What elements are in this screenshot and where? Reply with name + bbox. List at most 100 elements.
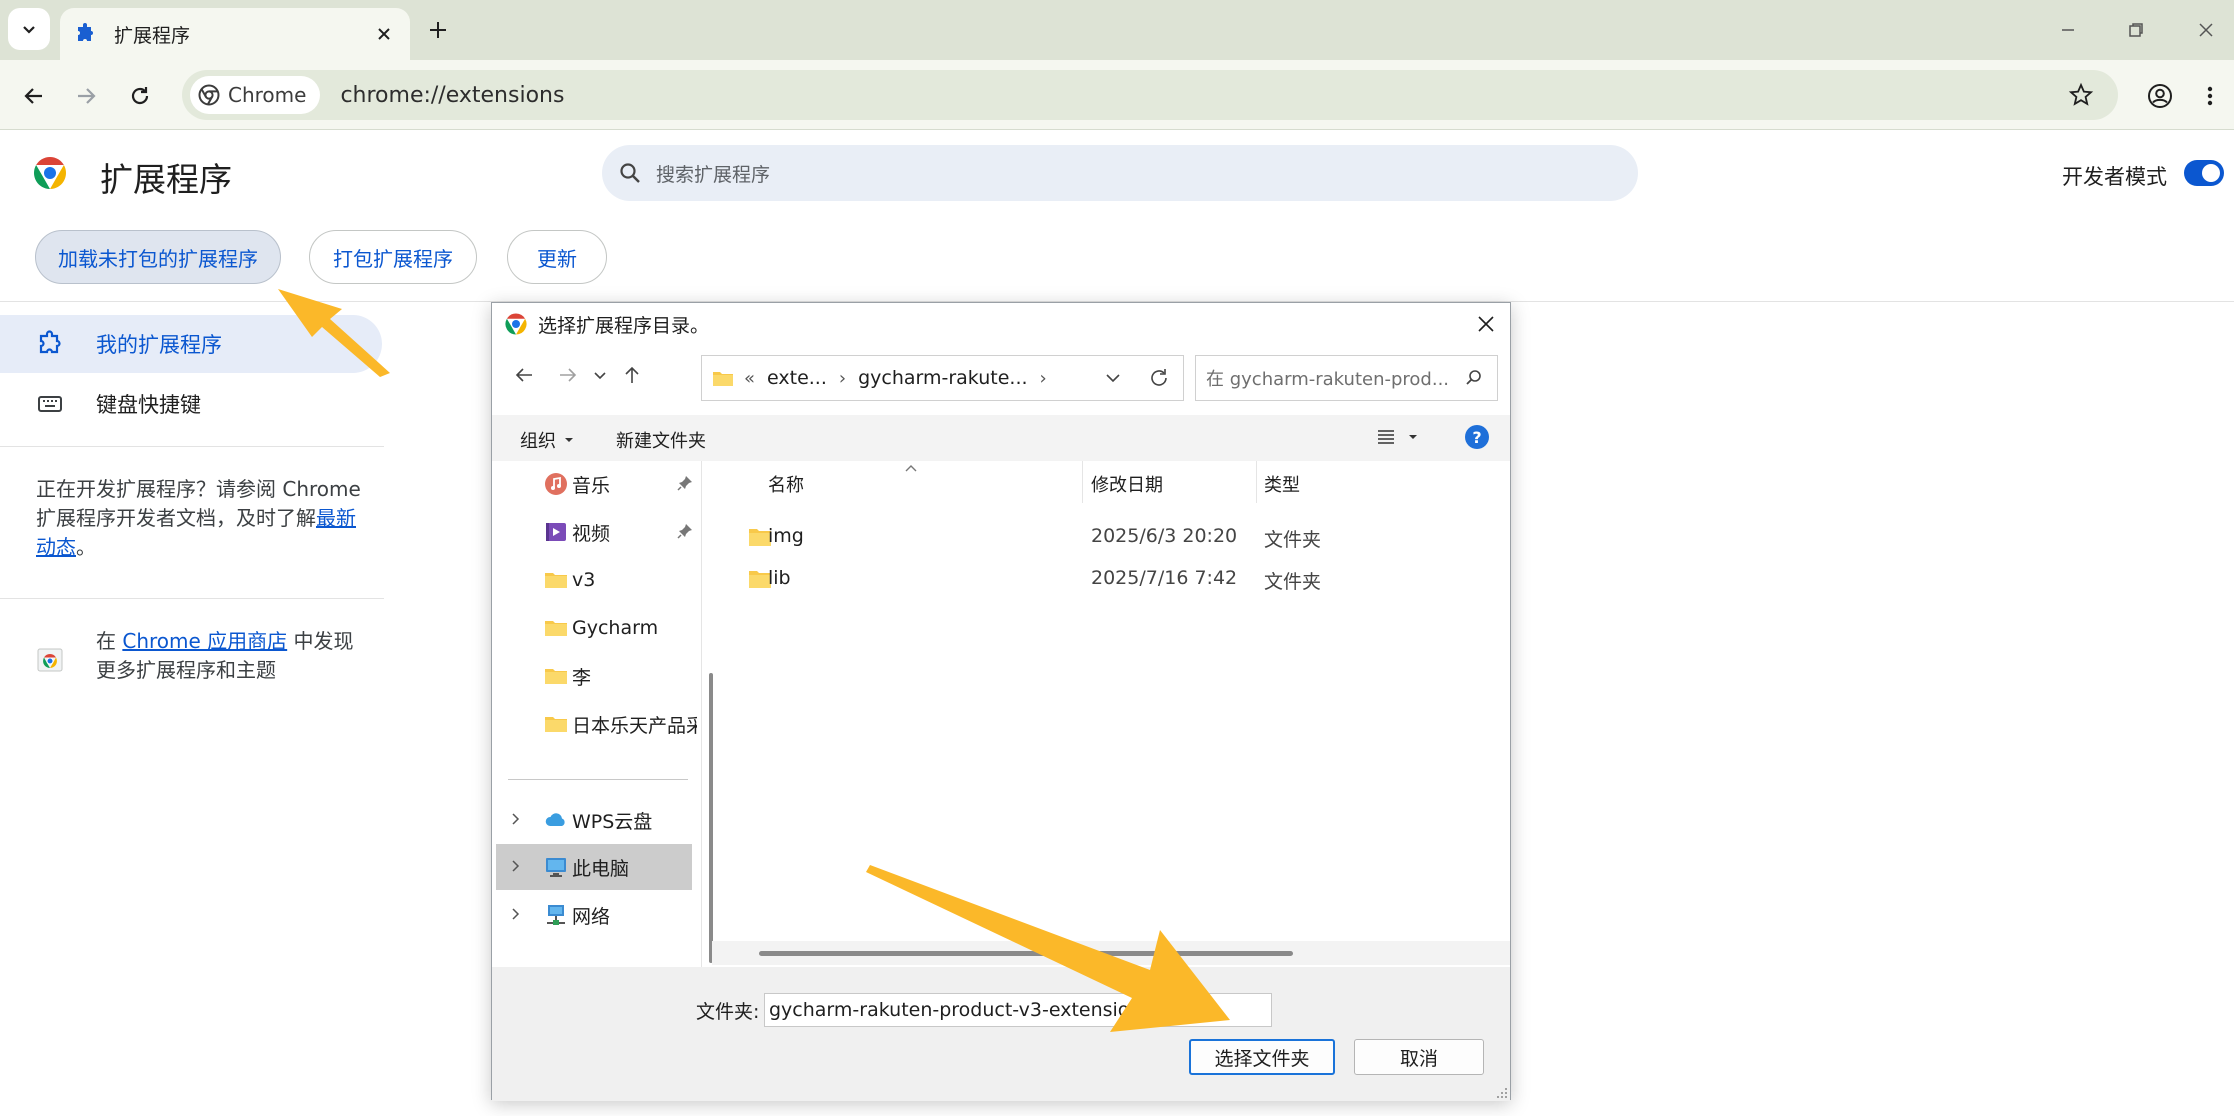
star-icon[interactable] — [2068, 82, 2094, 108]
sidebar-divider — [0, 446, 384, 447]
extensions-search-input[interactable]: 搜索扩展程序 — [602, 145, 1638, 201]
address-bar[interactable]: Chrome chrome://extensions — [182, 70, 2118, 120]
tree-item-v3[interactable]: v3 — [492, 557, 702, 603]
profile-icon — [2148, 84, 2172, 108]
pin-icon — [677, 476, 692, 491]
dialog-search-input[interactable]: 在 gycharm-rakuten-prod... — [1195, 355, 1498, 401]
minimize-button[interactable] — [2048, 14, 2088, 46]
sidebar-item-my-extensions[interactable]: 我的扩展程序 — [0, 315, 382, 373]
refresh-icon[interactable] — [1147, 366, 1171, 390]
menu-button[interactable] — [2190, 76, 2230, 116]
folder-icon — [545, 621, 567, 636]
file-modified: 2025/7/16 7:42 — [1091, 567, 1238, 589]
sidebar-divider — [0, 598, 384, 599]
tree-item-this-pc[interactable]: 此电脑 — [496, 844, 692, 890]
sort-ascending-icon — [905, 465, 917, 472]
dialog-close-button[interactable] — [1472, 310, 1500, 338]
tab-search-button[interactable] — [8, 8, 50, 50]
chevron-right-icon[interactable] — [508, 907, 522, 921]
cancel-button[interactable]: 取消 — [1354, 1039, 1484, 1075]
search-icon — [1466, 370, 1481, 385]
organize-button[interactable]: 组织 — [520, 427, 576, 453]
dev-mode-toggle[interactable] — [2184, 160, 2224, 186]
profile-button[interactable] — [2140, 76, 2180, 116]
chevron-down-icon[interactable] — [1103, 368, 1123, 388]
recent-locations-button[interactable] — [582, 357, 618, 393]
tree-item-wps-cloud[interactable]: WPS云盘 — [492, 797, 702, 843]
chevron-right-icon[interactable] — [508, 859, 522, 873]
back-button[interactable] — [14, 76, 54, 116]
sidebar-item-shortcuts[interactable]: 键盘快捷键 — [0, 375, 382, 433]
chevron-right-icon[interactable] — [508, 812, 522, 826]
dialog-address-bar[interactable]: « exte... › gycharm-rakute... › — [701, 355, 1184, 401]
up-folder-button[interactable] — [614, 357, 650, 393]
tree-item-rakuten[interactable]: 日本乐天产品采 — [492, 701, 702, 747]
tree-item-network[interactable]: 网络 — [492, 892, 702, 938]
folder-name-input[interactable]: gycharm-rakuten-product-v3-extension — [764, 993, 1272, 1027]
breadcrumb-segment[interactable]: gycharm-rakute... — [858, 367, 1027, 389]
file-row[interactable]: lib 2025/7/16 7:42 文件夹 — [724, 559, 1510, 599]
view-options-button[interactable] — [1376, 427, 1420, 447]
close-icon — [378, 28, 390, 40]
new-tab-button[interactable] — [422, 14, 454, 46]
restore-icon — [2129, 23, 2143, 37]
tree-item-label: v3 — [572, 569, 596, 591]
dialog-back-button[interactable] — [506, 357, 542, 393]
breadcrumb-segment[interactable]: exte... — [767, 367, 827, 389]
arrow-left-icon — [515, 368, 532, 382]
site-info-chip[interactable]: Chrome — [190, 76, 321, 114]
select-folder-button[interactable]: 选择文件夹 — [1189, 1039, 1335, 1075]
column-header-modified[interactable]: 修改日期 — [1091, 471, 1163, 497]
search-placeholder: 搜索扩展程序 — [656, 163, 771, 186]
file-row[interactable]: img 2025/6/3 20:20 文件夹 — [724, 517, 1510, 557]
chevron-down-icon — [23, 26, 35, 34]
video-icon — [546, 523, 566, 541]
file-modified: 2025/6/3 20:20 — [1091, 525, 1238, 547]
puzzle-icon — [78, 23, 93, 41]
page-title: 扩展程序 — [100, 160, 232, 199]
file-type: 文件夹 — [1264, 529, 1322, 551]
pin-icon — [677, 524, 692, 539]
window-close-button[interactable] — [2186, 14, 2226, 46]
help-icon[interactable]: ? — [1465, 425, 1489, 449]
more-vertical-icon — [2207, 86, 2213, 106]
chevron-right-icon: › — [838, 367, 847, 389]
cloud-icon — [545, 813, 565, 826]
url-text: chrome://extensions — [340, 82, 565, 108]
file-list: 名称 修改日期 类型 img 2025/6/3 20:20 文件夹 lib 20… — [724, 461, 1510, 967]
folder-icon — [713, 372, 733, 386]
tree-item-gycharm[interactable]: Gycharm — [492, 605, 702, 651]
dialog-forward-button[interactable] — [550, 357, 586, 393]
restore-button[interactable] — [2116, 14, 2156, 46]
resize-grip-icon[interactable] — [1496, 1087, 1508, 1099]
column-header-name[interactable]: 名称 — [768, 471, 804, 497]
load-unpacked-button[interactable]: 加载未打包的扩展程序 — [35, 230, 281, 284]
forward-button[interactable] — [66, 76, 106, 116]
tab-strip: 扩展程序 — [0, 0, 2234, 60]
column-divider[interactable] — [1256, 461, 1257, 503]
tree-divider — [508, 779, 688, 780]
caret-down-icon — [1409, 435, 1417, 439]
tree-item-label: Gycharm — [572, 617, 659, 639]
tree-item-music[interactable]: 音乐 — [492, 461, 702, 507]
dev-docs-text-part: 正在开发扩展程序？请参阅 Chrome 扩展程序开发者文档，及时了解 — [36, 477, 361, 530]
reload-button[interactable] — [120, 76, 160, 116]
tab-close-button[interactable] — [372, 22, 396, 46]
column-divider[interactable] — [1082, 461, 1083, 503]
new-folder-button[interactable]: 新建文件夹 — [616, 427, 706, 453]
select-folder-dialog: 选择扩展程序目录。 « exte... › gycharm-rakute... … — [491, 302, 1511, 1101]
pack-extension-button[interactable]: 打包扩展程序 — [309, 230, 477, 284]
column-header-type[interactable]: 类型 — [1264, 471, 1300, 497]
webstore-link[interactable]: Chrome 应用商店 — [122, 629, 287, 653]
tree-scrollbar[interactable] — [709, 673, 713, 963]
breadcrumb-overflow[interactable]: « — [744, 368, 755, 389]
plus-icon — [430, 22, 446, 38]
update-button[interactable]: 更新 — [507, 230, 607, 284]
horizontal-scrollbar[interactable] — [759, 951, 1293, 956]
close-icon — [1478, 316, 1494, 332]
tree-item-video[interactable]: 视频 — [492, 509, 702, 555]
tree-item-label: WPS云盘 — [572, 810, 653, 833]
folder-icon — [545, 573, 567, 588]
tree-item-li[interactable]: 李 — [492, 653, 702, 699]
tab-extensions[interactable]: 扩展程序 — [60, 8, 410, 60]
